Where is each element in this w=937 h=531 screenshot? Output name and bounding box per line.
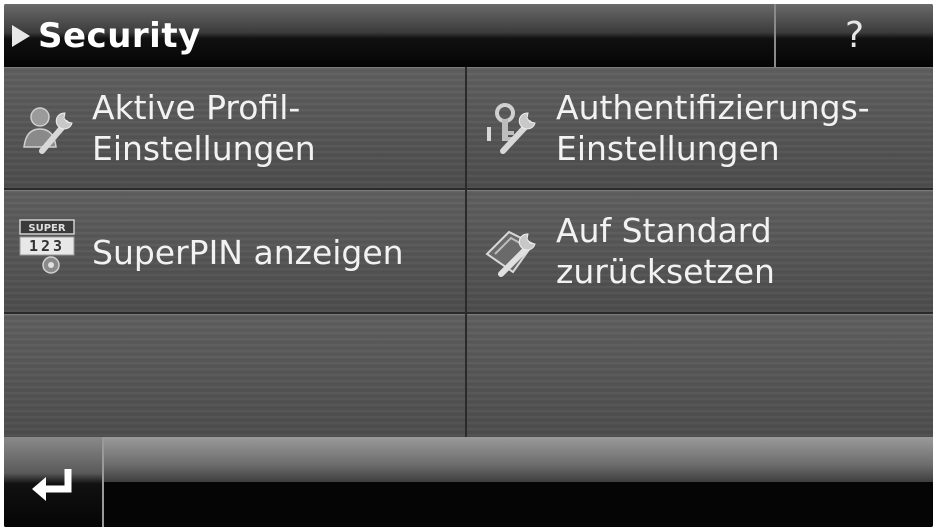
label-line-2: zurücksetzen xyxy=(556,252,775,291)
label-line-2: Einstellungen xyxy=(92,129,316,168)
help-button[interactable]: ? xyxy=(774,4,933,67)
menu-item-label: SuperPIN anzeigen xyxy=(92,232,404,273)
empty-menu-slot xyxy=(4,314,467,437)
label-line-1: Auf Standard xyxy=(556,211,772,250)
svg-text:SUPER: SUPER xyxy=(28,223,65,234)
menu-item-label: Auf Standard zurücksetzen xyxy=(556,210,775,292)
page-title: Security xyxy=(38,15,201,56)
title-area: Security xyxy=(4,4,774,67)
menu-item-reset-to-default[interactable]: Auf Standard zurücksetzen xyxy=(467,190,933,314)
label-line-2: Einstellungen xyxy=(556,129,780,168)
menu-item-show-superpin[interactable]: SUPER 123 SuperPIN anzeigen xyxy=(4,190,467,314)
label-line-1: Authentifizierungs- xyxy=(556,88,870,127)
menu-item-active-profile-settings[interactable]: Aktive Profil- Einstellungen xyxy=(4,67,467,190)
menu-item-authentication-settings[interactable]: Authentifizierungs- Einstellungen xyxy=(467,67,933,190)
menu-item-label: Authentifizierungs- Einstellungen xyxy=(556,87,870,169)
superpin-icon: SUPER 123 xyxy=(19,219,75,274)
menu-item-label: Aktive Profil- Einstellungen xyxy=(92,87,316,169)
reset-wrench-icon xyxy=(485,230,536,277)
help-icon: ? xyxy=(844,15,865,56)
svg-text:123: 123 xyxy=(29,237,65,255)
security-screen: Security ? Aktive Profil- Einstellungen xyxy=(4,4,933,527)
footer-strip xyxy=(104,437,933,482)
label-line-1: Aktive Profil- xyxy=(92,88,301,127)
enter-back-icon xyxy=(32,469,72,501)
empty-menu-slot xyxy=(467,314,933,437)
back-button[interactable] xyxy=(4,437,104,527)
title-bar: Security ? xyxy=(4,4,933,67)
profile-wrench-icon xyxy=(23,107,73,154)
bottom-bar xyxy=(4,437,933,527)
key-wrench-icon xyxy=(487,103,536,154)
label-line-1: SuperPIN anzeigen xyxy=(92,233,404,272)
play-arrow-icon xyxy=(12,24,30,47)
menu-grid: Aktive Profil- Einstellungen Authentifiz… xyxy=(4,67,933,437)
